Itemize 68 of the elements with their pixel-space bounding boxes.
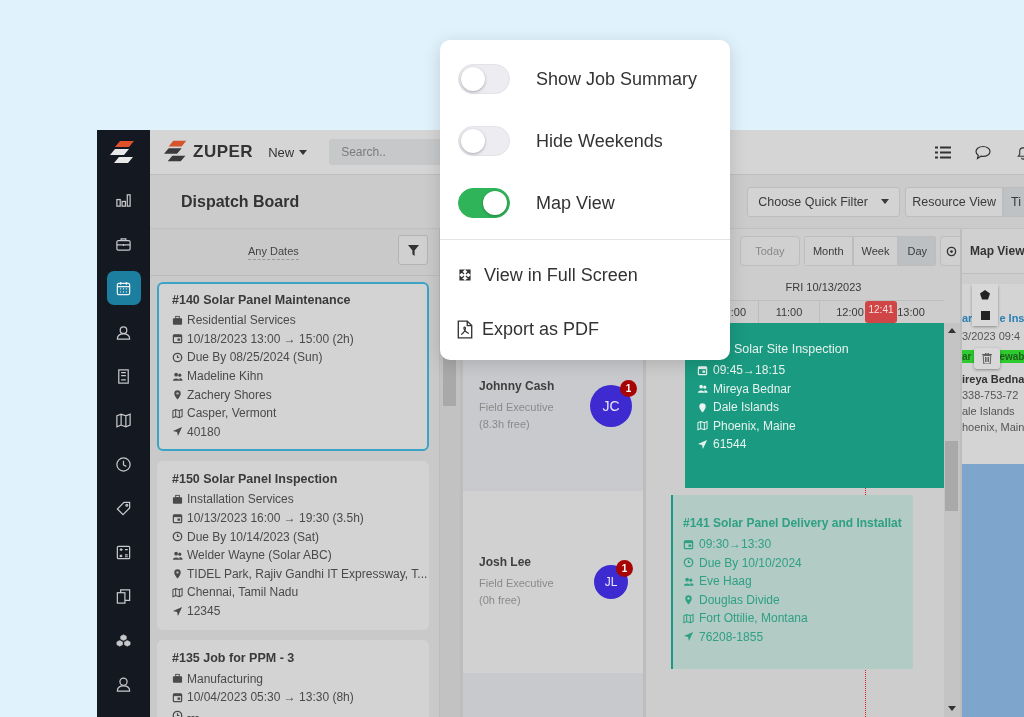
job-detail: TIDEL Park, Rajiv Gandhi IT Expressway, T... xyxy=(187,566,428,581)
job-card[interactable]: #140 Solar Panel Maintenance Residential Services 10/18/2023 13:00 → 15:00 (2h) Due By 08/25/2024 (Sun) Madeline Kihn Zachery Shores Casper, Vermont 40180 xyxy=(157,282,429,452)
quick-filter-dropdown[interactable]: Choose Quick Filter xyxy=(747,186,901,217)
range-tab[interactable]: Month xyxy=(803,236,853,266)
toggle-label: Hide Weekends xyxy=(536,130,663,152)
job-detail: Welder Wayne (Solar ABC) xyxy=(187,548,332,563)
job-detail: Due By 10/10/2024 xyxy=(699,555,802,570)
resource-role: Field Executive xyxy=(479,400,555,415)
resource-name: Josh Lee xyxy=(479,555,533,569)
resource-role: Field Executive xyxy=(479,576,554,591)
job-detail: Douglas Divide xyxy=(699,592,780,607)
date-filter[interactable]: Any Dates xyxy=(248,244,299,260)
job-detail: 40180 xyxy=(187,424,221,439)
hour-label: :00 xyxy=(729,305,747,320)
job-detail: 10/04/2023 05:30 → 13:30 (8h) xyxy=(187,690,354,705)
view-toggle[interactable]: Ti xyxy=(1003,186,1024,217)
new-menu[interactable]: New xyxy=(268,144,308,160)
job-detail: Due By 10/14/2023 (Sat) xyxy=(187,529,320,544)
range-tab[interactable]: Day xyxy=(898,236,936,266)
toggle-label: Show Job Summary xyxy=(536,68,698,90)
job-detail: 61544 xyxy=(713,437,747,452)
job-detail: 10/18/2023 13:00 → 15:00 (2h) xyxy=(187,331,354,346)
map-job-title: ar xyxy=(962,312,973,324)
range-tab[interactable]: Week xyxy=(852,236,899,266)
job-title: #135 Job for PPM - 3 xyxy=(172,651,296,666)
job-detail: 12345 xyxy=(187,604,221,618)
tag-text: ewab xyxy=(999,351,1024,362)
map-job-detail: hoenix, Main xyxy=(962,420,1024,435)
job-title: #141 Solar Panel Delivery and Installat xyxy=(683,516,903,530)
job-title: #150 Solar Panel Inspection xyxy=(172,472,339,487)
page-title: Dispatch Board xyxy=(181,192,300,211)
resource-name: Johnny Cash xyxy=(479,379,555,393)
job-detail: Casper, Vermont xyxy=(187,406,277,421)
job-title: #140 Solar Panel Maintenance xyxy=(172,293,352,307)
map-job-title: e Ins xyxy=(999,312,1024,324)
job-detail: Residential Services xyxy=(187,313,296,328)
job-detail: 09:45→18:15 xyxy=(713,363,786,378)
job-detail: 09:30→13:30 xyxy=(699,537,772,552)
job-detail: Due By 08/25/2024 (Sun) xyxy=(187,350,323,365)
job-detail: Phoenix, Maine xyxy=(713,418,796,433)
view-toggle[interactable]: Resource View xyxy=(905,186,1004,217)
job-detail: Mireya Bednar xyxy=(713,381,792,396)
toggle-label: Map View xyxy=(536,192,615,214)
map-job-detail: ireya Bedna xyxy=(962,372,1024,387)
job-detail: --- xyxy=(187,708,199,717)
job-detail: 10/13/2023 16:00 → 19:30 (3.5h) xyxy=(187,511,364,526)
map-title: Map View xyxy=(970,244,1024,258)
map-job-detail: 338-753-72 xyxy=(962,388,1020,403)
resource-availability: (0h free) xyxy=(479,593,522,608)
map-job-date: 3/2023 09:4 xyxy=(962,329,1022,344)
tag-text: ar xyxy=(962,351,972,362)
job-detail: Dale Islands xyxy=(713,400,780,415)
count-badge: 1 xyxy=(620,380,637,397)
job-detail: Eve Haag xyxy=(699,574,752,589)
count-badge: 1 xyxy=(616,560,633,577)
resource-availability: (8.3h free) xyxy=(479,417,531,432)
logo-text: ZUPER xyxy=(193,142,254,162)
job-detail: Zachery Shores xyxy=(187,387,272,402)
job-detail: Manufacturing xyxy=(187,671,264,686)
job-detail: Fort Ottilie, Montana xyxy=(699,611,808,626)
job-card[interactable]: #135 Job for PPM - 3 Manufacturing 10/04/2023 05:30 → 13:30 (8h) --- xyxy=(157,640,429,717)
job-detail: Installation Services xyxy=(187,492,294,507)
current-time-badge: 12:41 xyxy=(865,301,897,323)
job-detail: Chennai, Tamil Nadu xyxy=(187,585,299,600)
job-detail: 76208-1855 xyxy=(699,629,764,644)
job-detail: Madeline Kihn xyxy=(187,369,264,384)
job-title: Solar Site Inspection xyxy=(733,342,850,356)
map-job-detail: ale Islands xyxy=(962,404,1016,419)
